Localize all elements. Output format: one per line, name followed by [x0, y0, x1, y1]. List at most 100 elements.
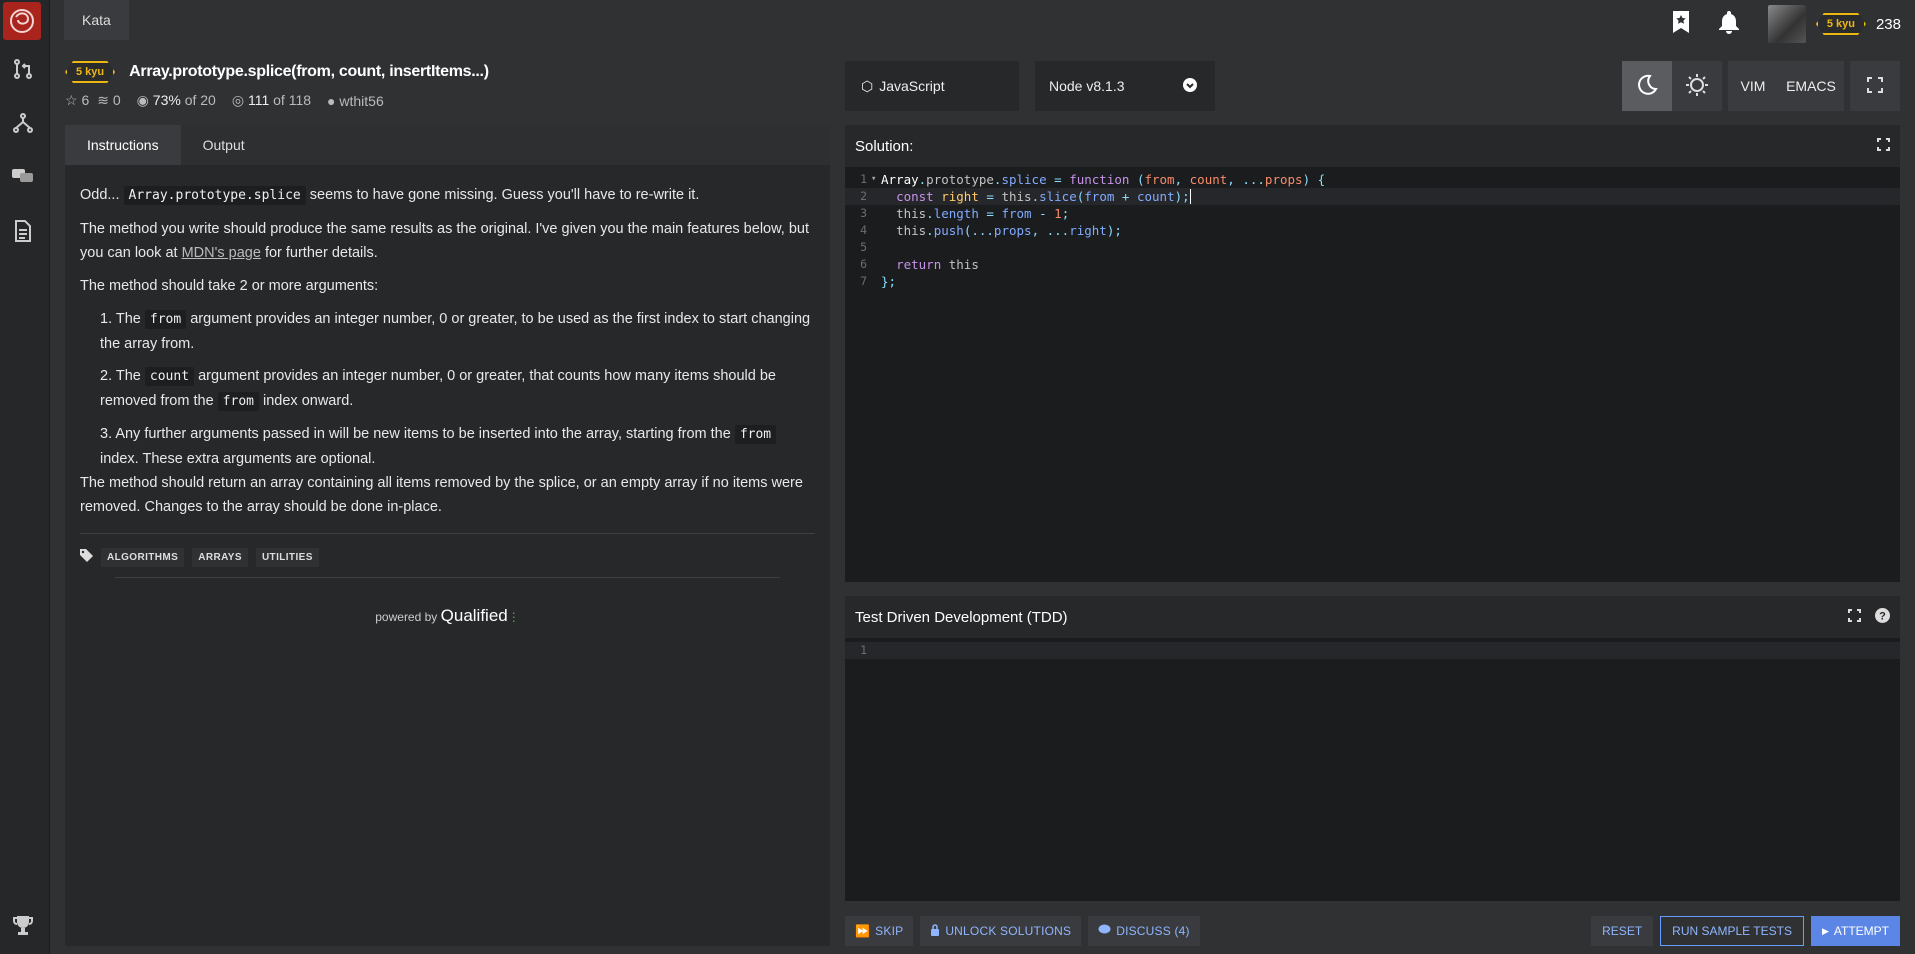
kata-title: Array.prototype.splice(from, count, inse… — [129, 63, 489, 80]
mdn-link[interactable]: MDN's page — [182, 245, 261, 261]
stack-icon: ≋ — [97, 92, 109, 108]
fork-icon[interactable] — [8, 108, 38, 138]
test-editor[interactable]: 1 — [845, 638, 1900, 901]
list-item: 2. The count argument provides an intege… — [100, 367, 776, 411]
light-theme-button[interactable] — [1672, 61, 1722, 111]
code-line: 4 this.push(...props, ...right); — [860, 223, 1122, 238]
kata-stats: ☆ 6 ≋ 0 ◉ 73% of 20 ◎ 111 of 118 ● wthit… — [65, 92, 825, 109]
honor-count: 238 — [1875, 15, 1901, 33]
solution-panel: Solution: 1 ▾ Array.prototype.splice = fun… — [845, 125, 1900, 582]
code-line: 5 — [860, 240, 867, 254]
tag-algorithms[interactable]: ALGORITHMS — [101, 548, 185, 567]
code-line: 7}; — [860, 274, 897, 289]
skip-label: SKIP — [875, 924, 904, 938]
tab-output[interactable]: Output — [181, 125, 267, 165]
user-icon: ● — [327, 92, 336, 109]
tag-utilities[interactable]: UTILITIES — [255, 548, 319, 567]
javascript-icon: ⬡ — [861, 77, 874, 94]
submit-actions: RESET RUN SAMPLE TESTS ▶ ATTEMPT — [1591, 916, 1900, 946]
play-icon: ▶ — [1821, 925, 1829, 936]
tag-icon — [80, 548, 93, 567]
completed-total: of 118 — [273, 92, 312, 108]
code-line: 3 this.length = from - 1; — [860, 206, 1070, 221]
user-menu[interactable]: 5 kyu 238 — [1767, 5, 1901, 43]
language-label: JavaScript — [879, 78, 945, 94]
target-icon: ◎ — [231, 92, 245, 108]
svg-text:?: ? — [1879, 610, 1886, 622]
eye-icon: ◉ — [136, 92, 149, 108]
sun-icon — [1685, 73, 1709, 100]
discuss-label: DISCUSS (4) — [1116, 924, 1190, 938]
bookmark-icon[interactable] — [1672, 10, 1690, 39]
run-sample-tests-button[interactable]: RUN SAMPLE TESTS — [1660, 916, 1804, 946]
vim-mode-button[interactable]: VIM — [1728, 61, 1778, 111]
discuss-button[interactable]: DISCUSS (4) — [1088, 916, 1200, 946]
fold-arrow-icon[interactable]: ▾ — [871, 171, 881, 188]
reset-button[interactable]: RESET — [1591, 916, 1654, 946]
code-editor[interactable]: 1 ▾ Array.prototype.splice = function (fro… — [845, 167, 1900, 582]
author-stat[interactable]: ● wthit56 — [327, 93, 384, 109]
list-item: 1. The from argument provides an integer… — [100, 310, 811, 352]
avatar[interactable] — [1767, 5, 1806, 43]
expand-icon — [1867, 76, 1883, 96]
notification-bell-icon[interactable] — [1718, 10, 1740, 39]
skip-button[interactable]: ⏩ SKIP — [845, 916, 914, 946]
tag-arrays[interactable]: ARRAYS — [192, 548, 248, 567]
expand-icon[interactable] — [1877, 137, 1890, 155]
kata-description: Odd... Array.prototype.splice seems to h… — [65, 165, 830, 519]
completed-stat: ◎ 111 of 118 — [232, 92, 311, 109]
inline-code: Array.prototype.splice — [123, 186, 306, 205]
document-icon[interactable] — [8, 216, 38, 246]
tab-instructions[interactable]: Instructions — [65, 125, 181, 165]
top-right-controls: 5 kyu 238 — [1672, 5, 1901, 43]
comments-icon — [1098, 924, 1111, 938]
kata-header: 5 kyu Array.prototype.splice(from, count… — [65, 58, 825, 118]
attempt-button[interactable]: ▶ ATTEMPT — [1810, 916, 1900, 946]
qualified-logo: Qualified — [440, 606, 508, 625]
lock-icon — [930, 923, 940, 939]
language-select[interactable]: ⬡ JavaScript — [845, 61, 1019, 111]
unlock-solutions-button[interactable]: UNLOCK SOLUTIONS — [920, 916, 1082, 946]
kata-rank-badge: 5 kyu — [65, 61, 115, 83]
emacs-mode-button[interactable]: EMACS — [1778, 61, 1844, 111]
left-nav — [0, 0, 50, 954]
powered-by-label: powered by — [375, 610, 438, 624]
desc-paragraph: The method you write should produce the … — [80, 221, 809, 261]
desc-paragraph: Odd... Array.prototype.splice seems to h… — [80, 186, 700, 205]
code-line: 2 const right = this.slice(from + count)… — [845, 188, 1900, 205]
stars-count: 6 — [81, 92, 90, 108]
pull-request-icon[interactable] — [8, 54, 38, 84]
trophy-icon[interactable] — [8, 910, 38, 940]
author-name[interactable]: wthit56 — [339, 93, 383, 109]
breadcrumb[interactable]: Kata — [64, 0, 129, 40]
tdd-panel: Test Driven Development (TDD) ? 1 — [845, 596, 1900, 901]
code-line: 1 ▾ Array.prototype.splice = function (fro… — [860, 171, 1326, 188]
attempt-label: ATTEMPT — [1833, 924, 1889, 938]
stars-stat[interactable]: ☆ 6 — [65, 92, 89, 109]
fullscreen-button[interactable] — [1850, 61, 1900, 111]
dark-theme-button[interactable] — [1622, 61, 1672, 111]
tdd-title: Test Driven Development (TDD) — [855, 608, 1068, 626]
powered-by[interactable]: powered by Qualified⋮ — [115, 577, 780, 626]
codewars-logo-icon[interactable] — [3, 2, 41, 40]
description-tabs: Instructions Output — [65, 125, 830, 165]
help-icon[interactable]: ? — [1875, 607, 1890, 627]
version-select[interactable]: Node v8.1.3 — [1035, 61, 1215, 111]
chevron-down-icon — [1183, 77, 1197, 95]
code-line: 6 return this — [860, 257, 979, 272]
chat-icon[interactable] — [8, 161, 38, 191]
solution-title: Solution: — [855, 137, 914, 155]
tag-list: ALGORITHMS ARRAYS UTILITIES — [80, 533, 815, 567]
satisfaction-votes: of 20 — [184, 92, 216, 108]
argument-list: 1. The from argument provides an integer… — [100, 307, 815, 471]
description-panel: Instructions Output Odd... Array.prototy… — [65, 125, 830, 946]
top-bar: Kata 5 kyu 238 — [50, 0, 1915, 52]
collections-stat[interactable]: ≋ 0 — [97, 92, 120, 109]
collections-count: 0 — [112, 92, 121, 108]
kata-actions: ⏩ SKIP UNLOCK SOLUTIONS DISCUSS (4) — [845, 916, 1200, 946]
expand-icon[interactable] — [1848, 608, 1861, 626]
qualified-dots-icon: ⋮ — [507, 610, 520, 624]
list-item: 3. Any further arguments passed in will … — [100, 422, 815, 471]
user-rank-badge: 5 kyu — [1816, 13, 1866, 35]
star-icon: ☆ — [65, 92, 78, 108]
